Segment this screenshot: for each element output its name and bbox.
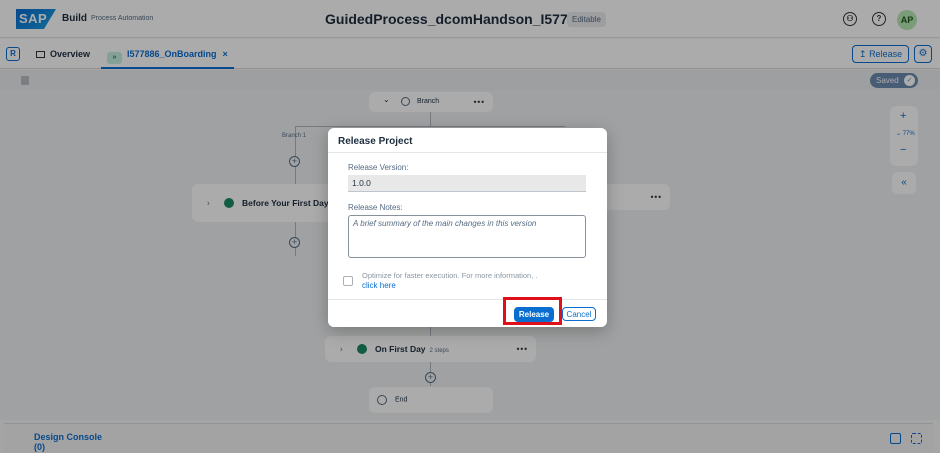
dialog-header: Release Project [328, 128, 607, 153]
dialog-title: Release Project [338, 136, 413, 147]
release-notes-input[interactable] [348, 215, 586, 258]
cancel-button[interactable]: Cancel [562, 307, 596, 321]
click-here-link[interactable]: click here [362, 281, 396, 290]
release-version-input[interactable] [348, 175, 586, 192]
release-notes-label: Release Notes: [348, 203, 403, 212]
optimize-text: Optimize for faster execution. For more … [362, 271, 538, 280]
release-project-dialog: Release Project Release Version: Release… [328, 128, 607, 327]
dialog-footer: Release Cancel [328, 297, 607, 327]
release-button[interactable]: Release [514, 307, 554, 322]
optimize-checkbox[interactable] [343, 276, 353, 286]
release-version-label: Release Version: [348, 163, 409, 172]
